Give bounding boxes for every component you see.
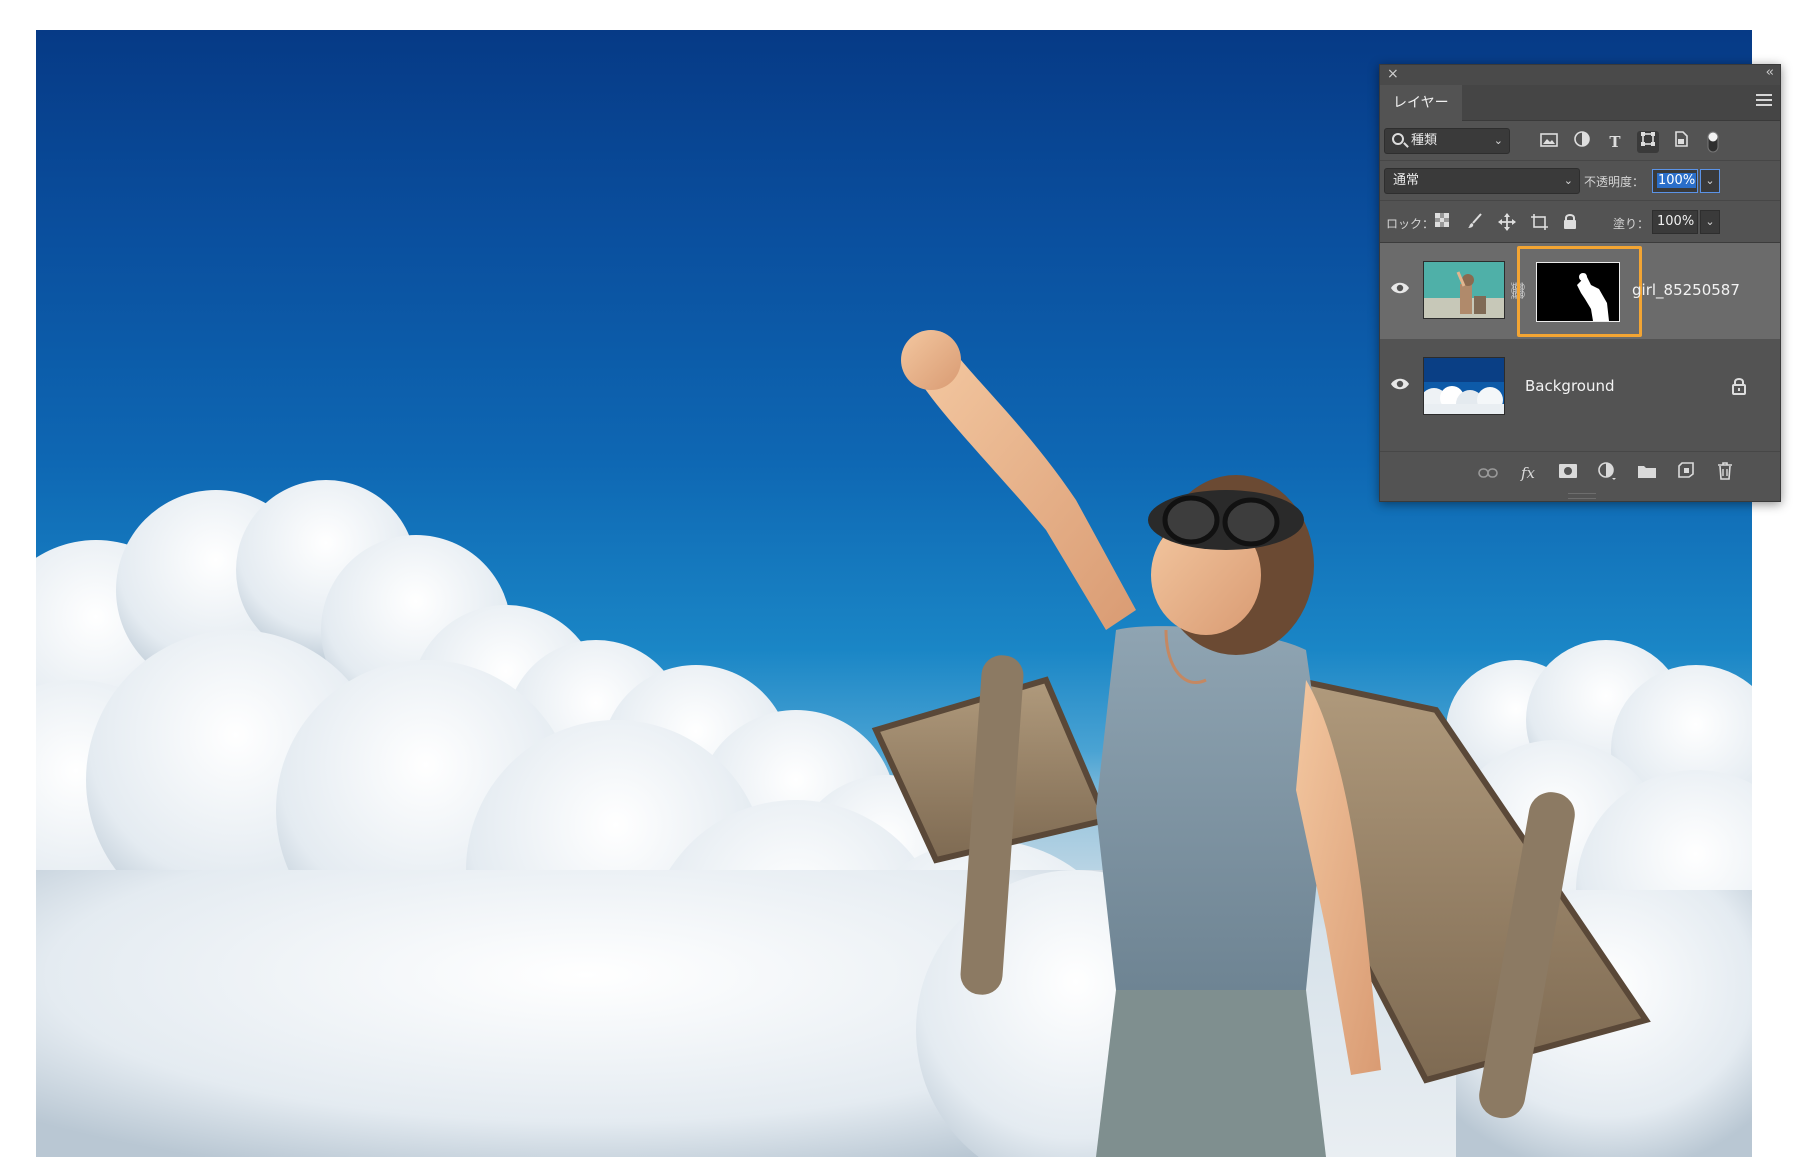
lock-image-pixels-icon[interactable]	[1465, 213, 1485, 233]
lock-all-icon[interactable]	[1560, 213, 1580, 233]
blend-mode-label: 通常	[1393, 173, 1420, 188]
eye-icon[interactable]	[1390, 281, 1410, 295]
layer-thumbnail[interactable]	[1423, 357, 1505, 415]
panel-title-strip: × ‹‹	[1380, 65, 1780, 85]
fill-value: 100%	[1657, 214, 1695, 229]
type-layer-filter-icon[interactable]: T	[1604, 131, 1626, 153]
opacity-value: 100%	[1657, 173, 1697, 188]
panel-resize-grip[interactable]	[1568, 493, 1596, 499]
blend-mode-row: 通常 ⌄ 不透明度： 100% ⌄	[1380, 161, 1780, 201]
fill-label: 塗り：	[1613, 217, 1650, 231]
lock-transparent-pixels-icon[interactable]	[1432, 213, 1452, 233]
blend-mode-select[interactable]: 通常 ⌄	[1384, 168, 1580, 194]
filter-toggle-icon[interactable]	[1702, 131, 1724, 153]
close-panel-icon[interactable]: ×	[1387, 66, 1399, 82]
layer-mask-thumbnail[interactable]	[1536, 262, 1620, 322]
link-layers-icon[interactable]	[1477, 462, 1499, 484]
layer-name[interactable]: Background	[1525, 377, 1615, 395]
filter-kind-select[interactable]: 種類 ⌄	[1384, 128, 1510, 154]
layer-row-girl[interactable]: ⛓ girl_85250587	[1380, 243, 1780, 339]
layers-panel: × ‹‹ レイヤー 種類 ⌄ T 通常 ⌄ 不透明度： 100% ⌄ ロック： …	[1379, 64, 1781, 502]
new-layer-icon[interactable]	[1675, 462, 1697, 484]
opacity-field[interactable]: 100%	[1652, 169, 1698, 193]
layers-bottom-bar: fx	[1380, 451, 1780, 491]
filter-kind-label: 種類	[1411, 133, 1438, 148]
smart-object-filter-icon[interactable]	[1670, 131, 1692, 153]
chevron-down-icon: ⌄	[1563, 174, 1573, 187]
mask-highlight-frame	[1517, 246, 1642, 337]
opacity-dropdown-button[interactable]: ⌄	[1700, 169, 1720, 193]
search-icon	[1392, 133, 1404, 145]
lock-artboard-icon[interactable]	[1529, 213, 1549, 233]
new-group-icon[interactable]	[1636, 462, 1658, 484]
new-adjustment-icon[interactable]	[1596, 462, 1618, 484]
panel-tab-row: レイヤー	[1380, 85, 1780, 121]
add-mask-icon[interactable]	[1557, 462, 1579, 484]
tab-layers[interactable]: レイヤー	[1380, 85, 1462, 121]
adjustment-layer-filter-icon[interactable]	[1571, 131, 1593, 153]
fx-icon[interactable]: fx	[1517, 462, 1539, 484]
lock-row: ロック： 塗り： 100% ⌄	[1380, 201, 1780, 243]
panel-menu-icon[interactable]	[1756, 94, 1772, 109]
layer-filter-row: 種類 ⌄ T	[1380, 121, 1780, 161]
fill-field[interactable]: 100%	[1652, 210, 1698, 234]
layer-name[interactable]: girl_85250587	[1632, 281, 1740, 299]
delete-layer-icon[interactable]	[1714, 462, 1736, 484]
layer-thumbnail[interactable]	[1423, 261, 1505, 319]
fill-dropdown-button[interactable]: ⌄	[1700, 210, 1720, 234]
eye-icon[interactable]	[1390, 377, 1410, 391]
layer-lock-icon	[1732, 378, 1746, 395]
opacity-label: 不透明度：	[1584, 175, 1645, 189]
layer-row-background[interactable]: Background	[1380, 339, 1780, 435]
shape-layer-filter-icon[interactable]	[1637, 131, 1659, 153]
collapse-panel-icon[interactable]: ‹‹	[1766, 65, 1775, 80]
chevron-down-icon: ⌄	[1493, 134, 1503, 147]
lock-label: ロック：	[1386, 217, 1435, 231]
pixel-layer-filter-icon[interactable]	[1538, 131, 1560, 153]
lock-position-icon[interactable]	[1497, 213, 1517, 233]
